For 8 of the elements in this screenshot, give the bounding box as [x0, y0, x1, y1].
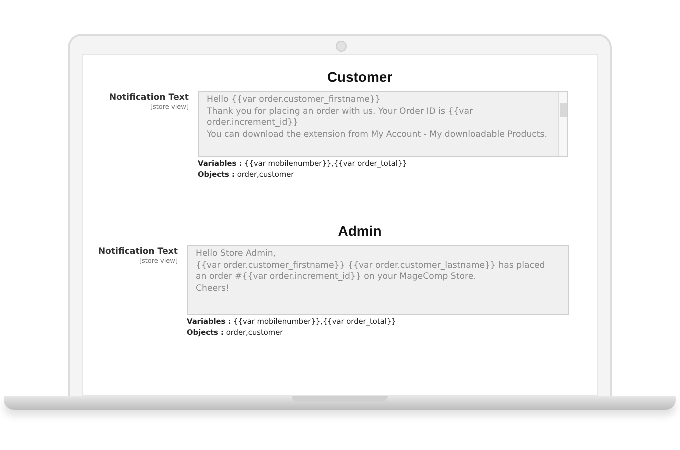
section-heading: Admin — [337, 223, 383, 239]
scrollbar[interactable] — [558, 92, 567, 156]
textarea-field[interactable]: Hello {{var order.customer_firstname}} Thank you for placing an order with us. Your Order ID is {{var order.increment_id}} You can download the extension from My Account - My downloadable Products. — [198, 91, 568, 157]
camera-icon — [336, 41, 347, 52]
field-label: Notification Text — [98, 247, 178, 257]
section-heading: Customer — [326, 69, 394, 85]
field-label: Notification Text — [109, 93, 189, 103]
textarea-field[interactable]: Hello Store Admin, {{var order.customer_firstname}} {{var order.customer_lastname}} has placed an order #{{var order.increment_id}} on your MageComp Store. Cheers! — [187, 245, 569, 315]
